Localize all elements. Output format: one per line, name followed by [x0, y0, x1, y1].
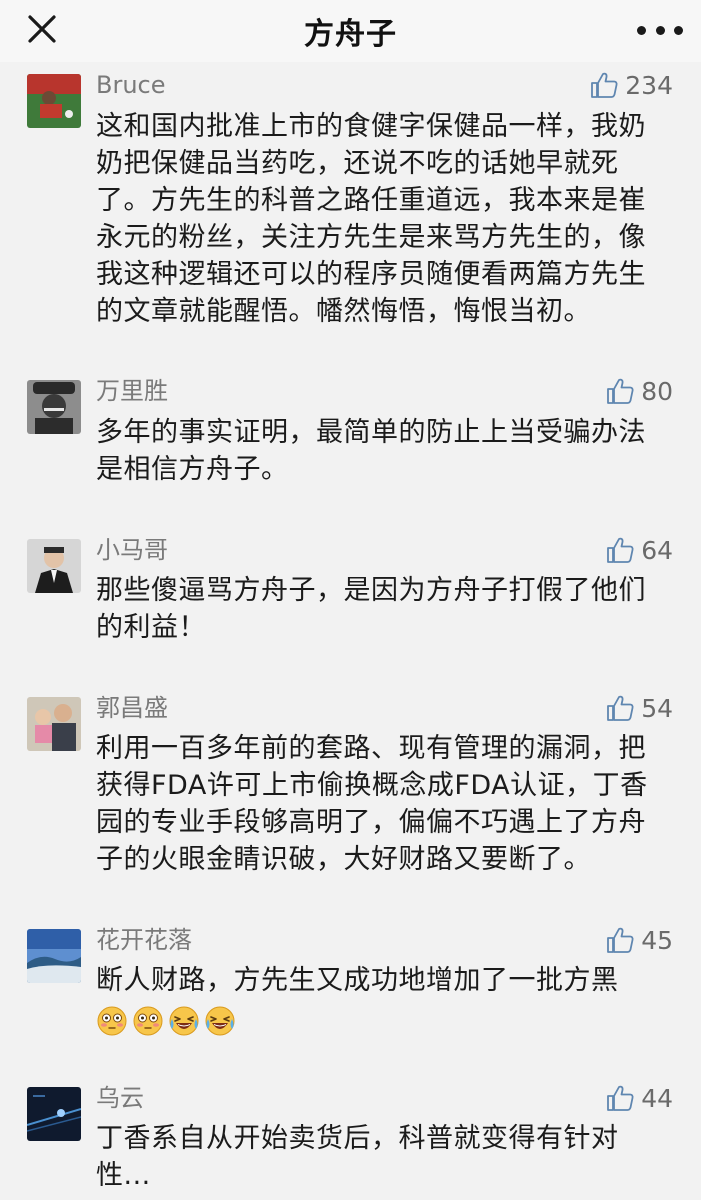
- thumbs-up-icon: [607, 695, 634, 721]
- more-dot-icon: [674, 25, 683, 35]
- thumbs-up-icon: [591, 72, 618, 98]
- comment-line: 性...: [96, 1160, 151, 1191]
- commenter-name[interactable]: 小马哥: [96, 535, 168, 565]
- avatar[interactable]: [27, 380, 81, 434]
- comment-line: 的文章就能醒悟。幡然悔悟，悔恨当初。: [96, 296, 591, 327]
- comment-line: 那些傻逼骂方舟子，是因为方舟子打假了他们: [96, 575, 646, 606]
- like-button[interactable]: 234: [589, 68, 673, 102]
- like-button[interactable]: 44: [605, 1081, 673, 1115]
- close-button[interactable]: [22, 9, 62, 49]
- commenter-name[interactable]: 花开花落: [96, 925, 192, 955]
- comment-line: 利用一百多年前的套路、现有管理的漏洞，把: [96, 733, 646, 764]
- comment-text: 丁香系自从开始卖货后，科普就变得有针对 性...: [96, 1120, 674, 1194]
- like-count: 44: [641, 1083, 673, 1113]
- laughing-crying-face-icon: [205, 1006, 235, 1036]
- like-count: 64: [641, 535, 673, 565]
- comment-line: 断人财路，方先生又成功地增加了一批方黑: [96, 965, 619, 996]
- comment-line: 永元的粉丝，关注方先生是来骂方先生的，像: [96, 222, 646, 253]
- comment-line: 子的火眼金睛识破，大好财路又要断了。: [96, 844, 591, 875]
- close-icon: [28, 15, 56, 43]
- commenter-name[interactable]: 万里胜: [96, 376, 168, 406]
- commenter-name[interactable]: 郭昌盛: [96, 693, 168, 723]
- thumbs-up-icon: [607, 927, 634, 953]
- commenter-name[interactable]: Bruce: [96, 70, 166, 100]
- top-bar: 方舟子: [0, 0, 701, 62]
- thumbs-up-icon: [607, 1085, 634, 1111]
- comment-line: 多年的事实证明，最简单的防止上当受骗办法: [96, 417, 646, 448]
- thumbs-up-icon: [607, 378, 634, 404]
- comment-line: 园的专业手段够高明了，偏偏不巧遇上了方舟: [96, 807, 646, 838]
- like-button[interactable]: 54: [605, 691, 673, 725]
- like-count: 45: [641, 925, 673, 955]
- more-options-button[interactable]: [637, 10, 683, 50]
- like-count: 54: [641, 693, 673, 723]
- page-title: 方舟子: [304, 17, 397, 52]
- avatar[interactable]: [27, 1087, 81, 1141]
- comment-text: 这和国内批准上市的食健字保健品一样，我奶 奶把保健品当药吃，还说不吃的话她早就死…: [96, 108, 674, 330]
- avatar[interactable]: [27, 929, 81, 983]
- like-button[interactable]: 64: [605, 533, 673, 567]
- comment-text: 多年的事实证明，最简单的防止上当受骗办法 是相信方舟子。: [96, 414, 674, 488]
- like-count: 80: [641, 376, 673, 406]
- comment-line: 我这种逻辑还可以的程序员随便看两篇方先生: [96, 259, 646, 290]
- more-dot-icon: [655, 25, 665, 35]
- thumbs-up-icon: [607, 537, 634, 563]
- laughing-crying-face-icon: [169, 1006, 199, 1036]
- like-button[interactable]: 80: [605, 374, 673, 408]
- avatar[interactable]: [27, 697, 81, 751]
- comment-text: 利用一百多年前的套路、现有管理的漏洞，把 获得FDA许可上市偷换概念成FDA认证…: [96, 730, 674, 878]
- flushed-face-icon: [133, 1006, 163, 1036]
- comment-line: 丁香系自从开始卖货后，科普就变得有针对: [96, 1123, 619, 1154]
- comment-line: 获得FDA许可上市偷换概念成FDA认证，丁香: [96, 770, 648, 801]
- comment-text: 那些傻逼骂方舟子，是因为方舟子打假了他们 的利益！: [96, 572, 674, 646]
- comment-line: 的利益！: [96, 612, 206, 643]
- like-button[interactable]: 45: [605, 923, 673, 957]
- commenter-name[interactable]: 乌云: [96, 1083, 144, 1113]
- flushed-face-icon: [97, 1006, 127, 1036]
- emoji-row: [96, 1005, 674, 1037]
- like-count: 234: [625, 70, 673, 100]
- avatar[interactable]: [27, 74, 81, 128]
- avatar[interactable]: [27, 539, 81, 593]
- comment-text: 断人财路，方先生又成功地增加了一批方黑: [96, 962, 674, 1037]
- comment-line: 奶把保健品当药吃，还说不吃的话她早就死: [96, 148, 619, 179]
- comment-line: 这和国内批准上市的食健字保健品一样，我奶: [96, 111, 646, 142]
- more-dot-icon: [637, 25, 646, 35]
- comment-line: 了。方先生的科普之路任重道远，我本来是崔: [96, 185, 646, 216]
- comment-line: 是相信方舟子。: [96, 454, 289, 485]
